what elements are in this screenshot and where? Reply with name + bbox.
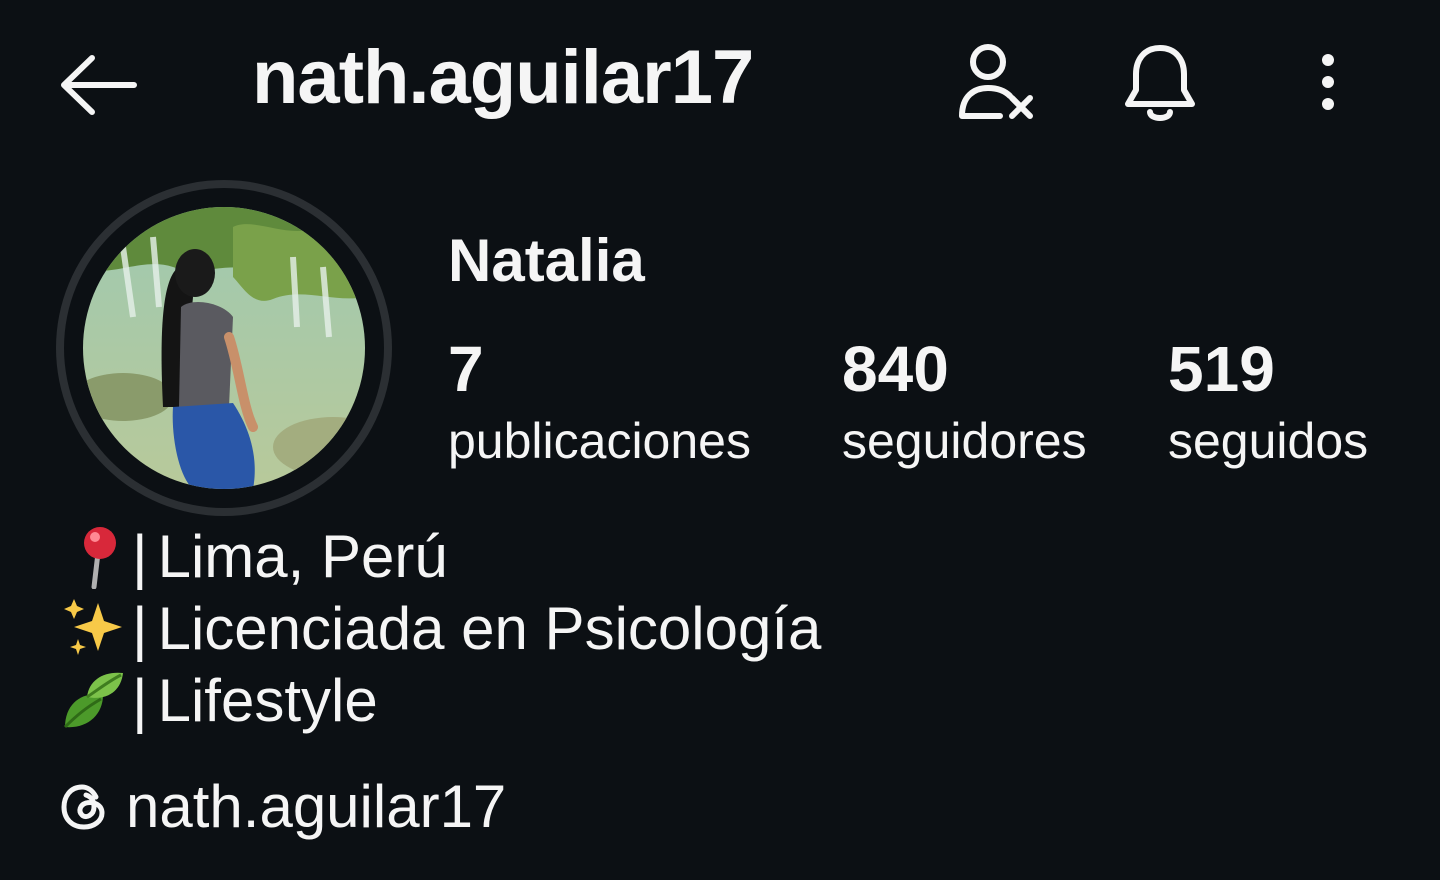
bio-separator: | [132, 522, 148, 590]
arrow-left-icon [61, 55, 137, 115]
stat-label: seguidos [1168, 413, 1369, 469]
stat-value: 7 [448, 333, 484, 405]
posts-count[interactable]: 7 publicaciones [448, 330, 751, 474]
threads-handle: nath.aguilar17 [126, 773, 507, 840]
sparkles-icon [58, 592, 130, 664]
bio-text: Lifestyle [157, 666, 378, 734]
bio-line: | Licenciada en Psicología [58, 592, 821, 664]
bio-separator: | [132, 666, 148, 734]
bell-icon [1125, 45, 1195, 121]
notifications-button[interactable] [1118, 40, 1202, 130]
profile-photo [83, 207, 365, 489]
bio-text: Lima, Perú [157, 522, 448, 590]
following-count[interactable]: 519 seguidos [1168, 330, 1368, 474]
more-vertical-icon [1322, 54, 1334, 110]
stat-label: publicaciones [448, 413, 751, 469]
threads-icon [58, 781, 110, 833]
bio-line: | Lifestyle [58, 664, 821, 736]
bio-line: | Lima, Perú [58, 520, 821, 592]
user-remove-icon [959, 44, 1033, 119]
pin-icon [58, 520, 130, 592]
leaf-icon [58, 664, 130, 736]
unfollow-button[interactable] [948, 40, 1044, 130]
bio-text: Licenciada en Psicología [157, 594, 822, 662]
threads-link[interactable]: nath.aguilar17 [58, 772, 506, 841]
stat-value: 519 [1168, 333, 1275, 405]
followers-count[interactable]: 840 seguidores [842, 330, 1087, 474]
avatar-gap [64, 188, 384, 508]
more-options-button[interactable] [1300, 40, 1356, 130]
back-button[interactable] [56, 50, 140, 120]
avatar-story-ring [56, 180, 392, 516]
profile-screen: nath.aguilar17 Natalia 7 publicaciones 8… [0, 0, 1440, 880]
display-name: Natalia [448, 227, 645, 294]
bio-separator: | [132, 594, 148, 662]
avatar[interactable] [83, 207, 365, 489]
bio: | Lima, Perú | Licenciada en Psicología [58, 520, 821, 736]
stat-label: seguidores [842, 413, 1087, 469]
stat-value: 840 [842, 333, 949, 405]
page-title: nath.aguilar17 [252, 35, 754, 120]
